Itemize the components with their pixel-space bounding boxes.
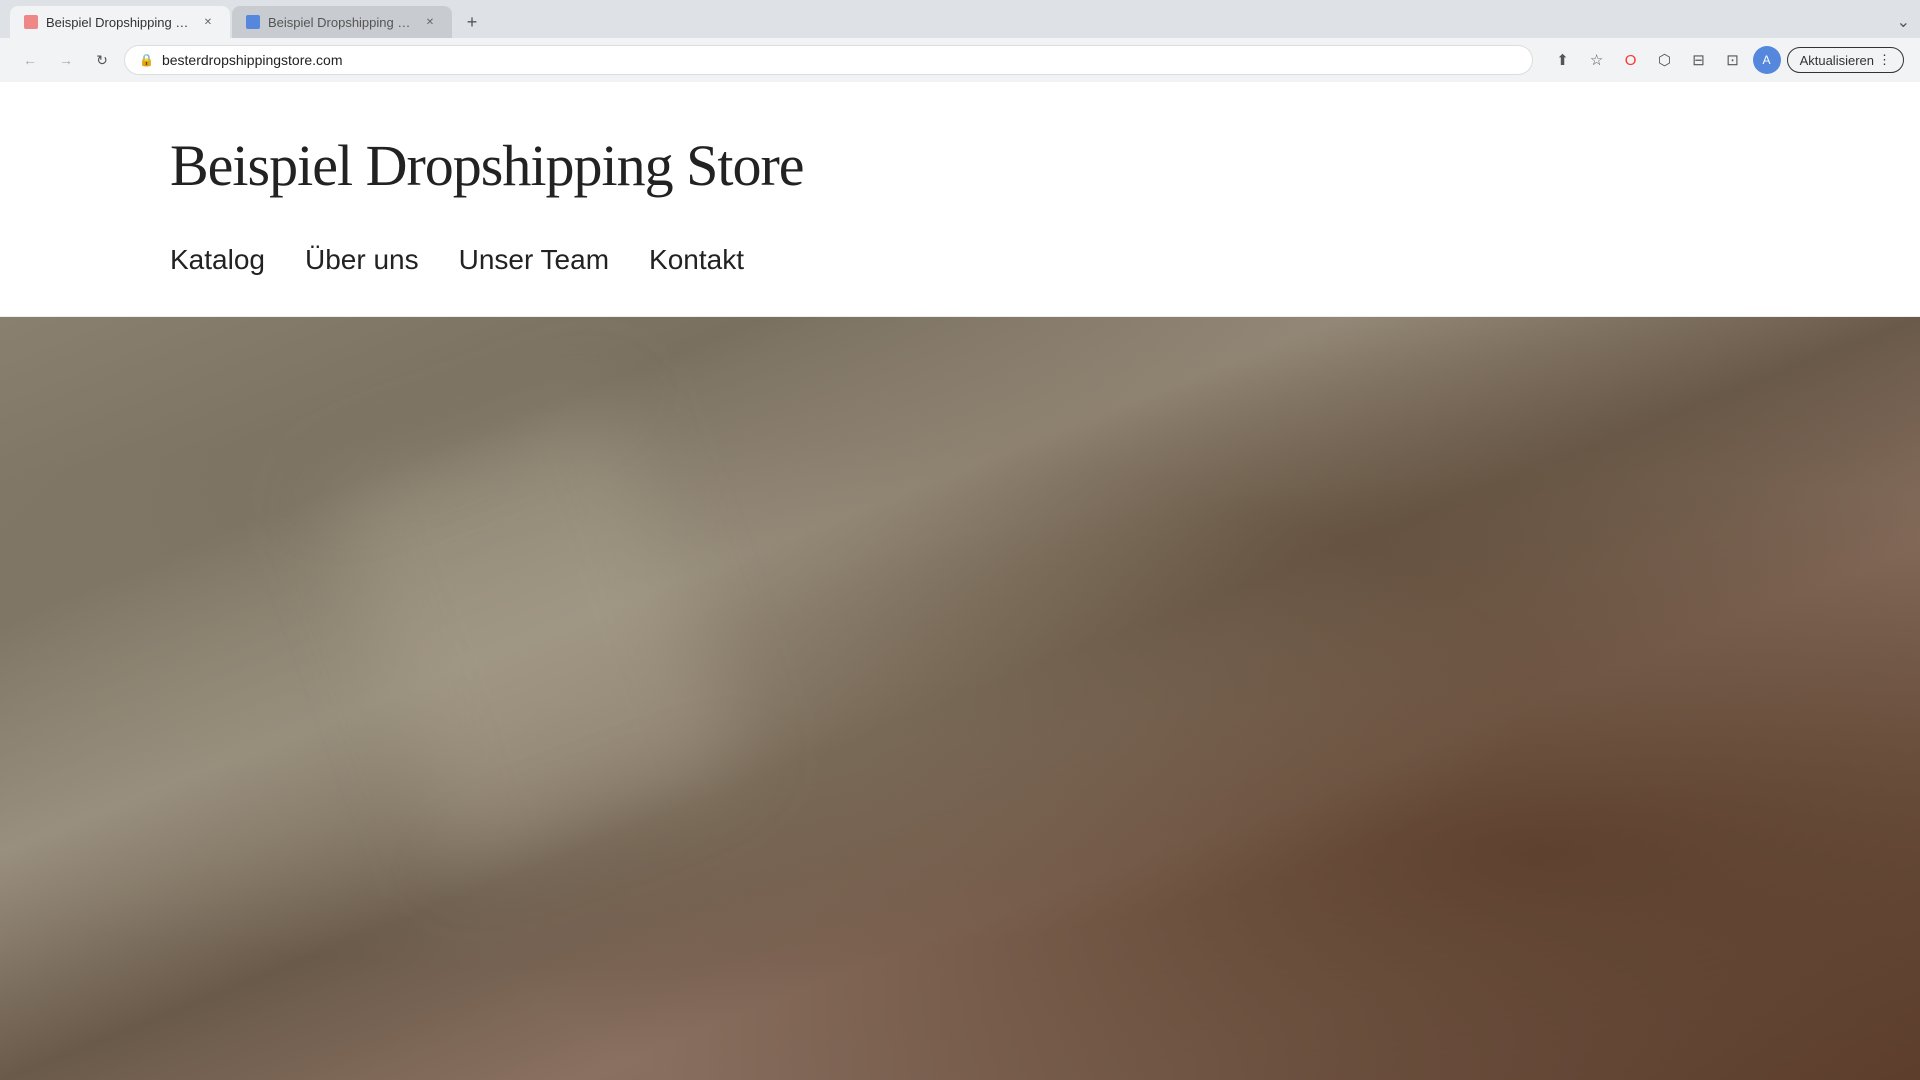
tab-favicon-2: [246, 15, 260, 29]
tab-close-1[interactable]: ✕: [200, 14, 216, 30]
address-bar: ← → ↻ 🔒 besterdropshippingstore.com ⬆ ☆ …: [0, 38, 1920, 82]
site-header: Beispiel Dropshipping Store Katalog Über…: [0, 82, 1920, 317]
browser-chrome: Beispiel Dropshipping Store · ✕ Beispiel…: [0, 0, 1920, 82]
sidebar-icon[interactable]: ⊟: [1685, 46, 1713, 74]
hero-image: [0, 317, 1920, 1080]
tab-active[interactable]: Beispiel Dropshipping Store · ✕: [10, 6, 230, 38]
tab-title-1: Beispiel Dropshipping Store ·: [46, 15, 192, 30]
tab-title-2: Beispiel Dropshipping Store: [268, 15, 414, 30]
back-button[interactable]: ←: [16, 46, 44, 74]
new-tab-button[interactable]: +: [458, 8, 486, 36]
profile-icon[interactable]: A: [1753, 46, 1781, 74]
tab-favicon-1: [24, 15, 38, 29]
lock-icon: 🔒: [139, 53, 154, 67]
nav-katalog[interactable]: Katalog: [170, 244, 265, 276]
bookmark-icon[interactable]: ☆: [1583, 46, 1611, 74]
tab-dropdown-button[interactable]: ⌄: [1897, 12, 1910, 32]
split-icon[interactable]: ⊡: [1719, 46, 1747, 74]
url-bar[interactable]: 🔒 besterdropshippingstore.com: [124, 45, 1533, 75]
url-text: besterdropshippingstore.com: [162, 52, 343, 68]
opera-icon[interactable]: O: [1617, 46, 1645, 74]
site-title: Beispiel Dropshipping Store: [170, 132, 1750, 199]
tab-close-2[interactable]: ✕: [422, 14, 438, 30]
reload-button[interactable]: ↻: [88, 46, 116, 74]
extensions-icon[interactable]: ⬡: [1651, 46, 1679, 74]
page-content: Beispiel Dropshipping Store Katalog Über…: [0, 82, 1920, 1080]
share-icon[interactable]: ⬆: [1549, 46, 1577, 74]
main-navigation: Katalog Über uns Unser Team Kontakt: [170, 244, 1750, 276]
nav-unser-team[interactable]: Unser Team: [459, 244, 609, 276]
update-button[interactable]: Aktualisieren ⋮: [1787, 47, 1904, 73]
nav-ueber-uns[interactable]: Über uns: [305, 244, 419, 276]
nav-kontakt[interactable]: Kontakt: [649, 244, 744, 276]
toolbar-icons: ⬆ ☆ O ⬡ ⊟ ⊡ A Aktualisieren ⋮: [1549, 46, 1904, 74]
tab-inactive[interactable]: Beispiel Dropshipping Store ✕: [232, 6, 452, 38]
tab-bar: Beispiel Dropshipping Store · ✕ Beispiel…: [0, 0, 1920, 38]
forward-button[interactable]: →: [52, 46, 80, 74]
